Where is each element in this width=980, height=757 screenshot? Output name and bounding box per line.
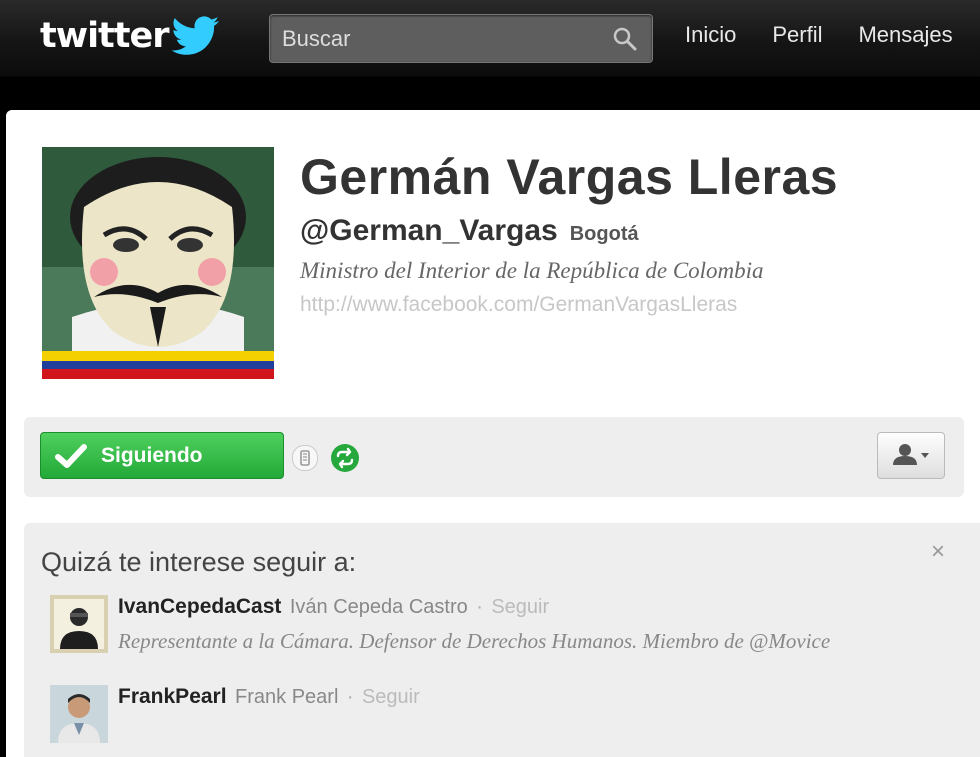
user-menu-button[interactable] xyxy=(877,432,945,479)
nav-mensajes[interactable]: Mensajes xyxy=(858,22,952,48)
profile-location: Bogotá xyxy=(569,223,639,245)
separator-dot: · xyxy=(476,596,483,618)
profile-name: Germán Vargas Lleras xyxy=(300,149,839,205)
profile-panel: Germán Vargas Lleras @German_Vargas Bogo… xyxy=(6,110,980,757)
suggestion-username[interactable]: IvanCepedaCast xyxy=(118,595,281,618)
logo-wordmark: twitter xyxy=(40,16,170,56)
suggestion-header: IvanCepedaCast Iván Cepeda Castro · Segu… xyxy=(118,595,549,619)
profile-bio: Ministro del Interior de la República de… xyxy=(300,258,764,283)
profile-handle: @German_Vargas xyxy=(300,214,558,247)
suggestion-header: FrankPearl Frank Pearl · Seguir xyxy=(118,685,420,709)
twitter-logo[interactable]: twitter xyxy=(40,14,221,58)
close-icon[interactable]: × xyxy=(927,540,949,564)
suggestions-title: Quizá te interese seguir a: xyxy=(41,547,357,577)
suggestion-fullname: Frank Pearl xyxy=(235,686,339,708)
suggestion-fullname: Iván Cepeda Castro xyxy=(289,596,468,618)
suggestion-avatar[interactable] xyxy=(50,685,108,743)
search-input[interactable] xyxy=(282,25,582,53)
user-menu-icon xyxy=(893,444,929,465)
main-nav: Inicio Perfil Mensajes xyxy=(685,22,953,48)
suggestion-username[interactable]: FrankPearl xyxy=(118,685,227,708)
separator-dot: · xyxy=(346,686,354,708)
avatar-image xyxy=(50,685,108,743)
bird-icon xyxy=(171,16,219,55)
search-box[interactable] xyxy=(269,14,653,63)
avatar-image xyxy=(42,147,274,379)
avatar-image xyxy=(50,595,108,653)
suggestion-avatar[interactable] xyxy=(50,595,108,653)
device-icon[interactable] xyxy=(292,445,318,471)
action-bar: Siguiendo xyxy=(24,417,964,497)
following-label: Siguiendo xyxy=(101,443,203,467)
follow-link[interactable]: Seguir xyxy=(491,596,549,618)
retweet-icon[interactable] xyxy=(330,443,360,473)
follow-link[interactable]: Seguir xyxy=(362,686,420,708)
phone-glyph xyxy=(300,450,310,466)
search-icon[interactable] xyxy=(612,26,638,52)
profile-avatar[interactable] xyxy=(42,147,274,379)
nav-inicio[interactable]: Inicio xyxy=(685,22,736,48)
profile-url[interactable]: http://www.facebook.com/GermanVargasLler… xyxy=(300,293,737,317)
suggestion-description: Representante a la Cámara. Defensor de D… xyxy=(118,629,831,653)
suggestions-panel: Quizá te interese seguir a: × IvanCepeda… xyxy=(24,523,980,757)
nav-perfil[interactable]: Perfil xyxy=(772,22,822,48)
check-icon xyxy=(55,443,87,468)
top-bar: twitter Inicio Perfil Mensajes xyxy=(0,0,980,77)
following-button[interactable]: Siguiendo xyxy=(40,432,284,479)
handle-row: @German_Vargas Bogotá xyxy=(300,214,639,248)
